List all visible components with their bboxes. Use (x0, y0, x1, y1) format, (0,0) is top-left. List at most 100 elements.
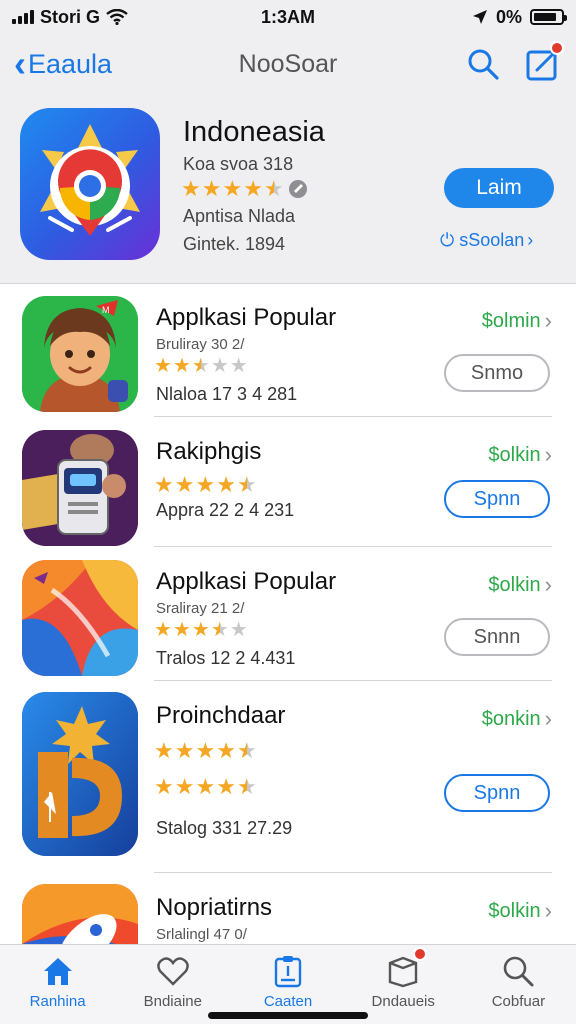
tab-label: Ranhina (29, 993, 86, 1010)
app-icon (22, 692, 138, 856)
chevron-left-icon: ‹ (14, 43, 26, 84)
star-icon: ★ (236, 472, 257, 497)
home-indicator (208, 1012, 368, 1019)
tab-label: Bndiaine (143, 993, 202, 1010)
divider (154, 416, 552, 417)
compose-button[interactable] (524, 41, 564, 83)
star-icon: ★ (263, 176, 284, 201)
divider (154, 546, 552, 547)
star-rating: ★ ★ ★ ★ ★ (154, 620, 248, 640)
back-button[interactable]: ‹ Eaaula (14, 46, 112, 82)
status-bar: Stori G 1:3AM 0% (0, 0, 576, 34)
app-price: $olkin (488, 899, 541, 922)
chevron-right-icon: › (544, 706, 552, 731)
app-subtitle: Sraliray 21 2/ (156, 600, 245, 617)
search-icon (504, 956, 534, 987)
verified-badge-icon (288, 180, 307, 198)
featured-more-link[interactable]: ⏻ sSoolan › (440, 230, 533, 251)
app-price: $olkin (488, 443, 541, 466)
star-icon: ★ (172, 619, 191, 641)
star-icon: ★ (174, 738, 195, 763)
notification-badge (413, 947, 428, 961)
app-icon (22, 430, 138, 546)
app-meta: Tralos 12 2 4.431 (156, 648, 296, 668)
search-button[interactable] (464, 45, 502, 83)
location-arrow-icon (472, 10, 487, 24)
featured-app-subtitle: Koa svoa 318 (183, 154, 294, 174)
home-icon (43, 958, 72, 985)
app-action-button[interactable]: Spnn (444, 774, 550, 812)
star-icon: ★ (195, 738, 216, 763)
star-icon: ★ (229, 355, 248, 377)
app-name: Applkasi Popular (156, 304, 337, 331)
star-rating: ★ ★ ★ ★ ★ (181, 178, 284, 200)
app-action-button[interactable]: Snnn (444, 618, 550, 656)
app-price: $onkin (481, 707, 541, 730)
star-icon: ★ (216, 774, 236, 799)
list-item[interactable]: Applkasi Popular Sraliray 21 2/ ★ ★ ★ ★ ★ Tr… (0, 548, 576, 682)
star-icon: ★ (229, 619, 248, 641)
svg-text:M: M (102, 305, 110, 315)
app-price: $olkin (488, 573, 541, 596)
star-icon: ★ (154, 738, 174, 763)
star-icon: ★ (154, 774, 174, 799)
app-action-button[interactable]: Snmo (444, 354, 550, 392)
star-icon: ★ (191, 619, 210, 641)
star-icon: ★ (195, 472, 216, 497)
star-icon: ★ (236, 738, 257, 763)
app-subtitle: Bruliray 30 2/ (156, 336, 245, 353)
star-icon: ★ (201, 176, 222, 201)
app-price-link[interactable]: $olkin › (488, 898, 552, 924)
tab-label: Dndaueis (371, 993, 435, 1010)
app-meta: Stalog 331 27.29 (156, 818, 293, 838)
star-rating: ★ ★ ★ ★ ★ (154, 740, 257, 762)
chevron-right-icon: › (544, 898, 552, 923)
app-name: Applkasi Popular (156, 568, 337, 595)
star-icon: ★ (181, 176, 201, 201)
app-price-link[interactable]: $onkin › (482, 706, 552, 732)
divider (154, 680, 552, 681)
list-item[interactable]: M Applkasi Popular Bruliray 30 2/ ★ ★ ★ ★ ★ … (0, 284, 576, 418)
search-icon (468, 49, 499, 80)
tab-home[interactable]: Ranhina (0, 945, 115, 1024)
tab-search[interactable]: Cobfuar (461, 945, 576, 1024)
clipboard-icon (274, 956, 302, 988)
signal-icon (12, 10, 34, 24)
star-icon: ★ (210, 355, 229, 377)
app-meta: Nlaloa 17 3 4 281 (156, 384, 298, 404)
featured-app-name: Indoneasia (183, 116, 325, 148)
app-price-link[interactable]: $olkin › (488, 572, 552, 598)
list-item[interactable]: Proinchdaar ★ ★ ★ ★ ★ ★ ★ ★ ★ ★ Stalog 331 27.29… (0, 682, 576, 868)
app-icon (22, 560, 138, 676)
app-price-link[interactable]: $olkin › (488, 442, 552, 468)
app-icon: M (22, 296, 138, 412)
featured-app-card[interactable]: Indoneasia Koa svoa 318 ★ ★ ★ ★ ★ Apntisa Nl… (0, 94, 576, 284)
carrier-label: Stori G (40, 6, 101, 27)
star-icon: ★ (154, 619, 172, 641)
star-icon: ★ (236, 774, 257, 799)
star-icon: ★ (243, 176, 263, 201)
star-rating: ★ ★ ★ ★ ★ (154, 776, 257, 798)
app-name: Nopriatirns (156, 894, 273, 921)
tab-label: Cobfuar (491, 993, 546, 1010)
star-rating: ★ ★ ★ ★ ★ (154, 356, 248, 376)
chevron-right-icon: › (544, 308, 552, 333)
featured-get-button[interactable]: Laim (444, 168, 554, 208)
app-price-link[interactable]: $olmin › (482, 308, 552, 334)
wifi-icon (106, 9, 128, 25)
app-meta: Appra 22 2 4 231 (156, 500, 295, 520)
star-icon: ★ (216, 738, 236, 763)
chevron-right-icon: › (544, 442, 552, 467)
star-icon: ★ (174, 774, 195, 799)
chevron-right-icon: › (544, 572, 552, 597)
app-subtitle: Srlalingl 47 0/ (156, 926, 247, 943)
star-icon: ★ (174, 472, 195, 497)
star-rating: ★ ★ ★ ★ ★ (154, 474, 257, 496)
list-item[interactable]: Rakiphgis ★ ★ ★ ★ ★ Appra 22 2 4 231 $olkin ›… (0, 418, 576, 552)
tab-label: Caaten (263, 993, 313, 1010)
star-icon: ★ (216, 472, 236, 497)
featured-app-date: Gintek. 1894 (183, 234, 286, 254)
app-action-button[interactable]: Spnn (444, 480, 550, 518)
heart-icon (157, 957, 189, 986)
notification-badge (550, 41, 564, 55)
